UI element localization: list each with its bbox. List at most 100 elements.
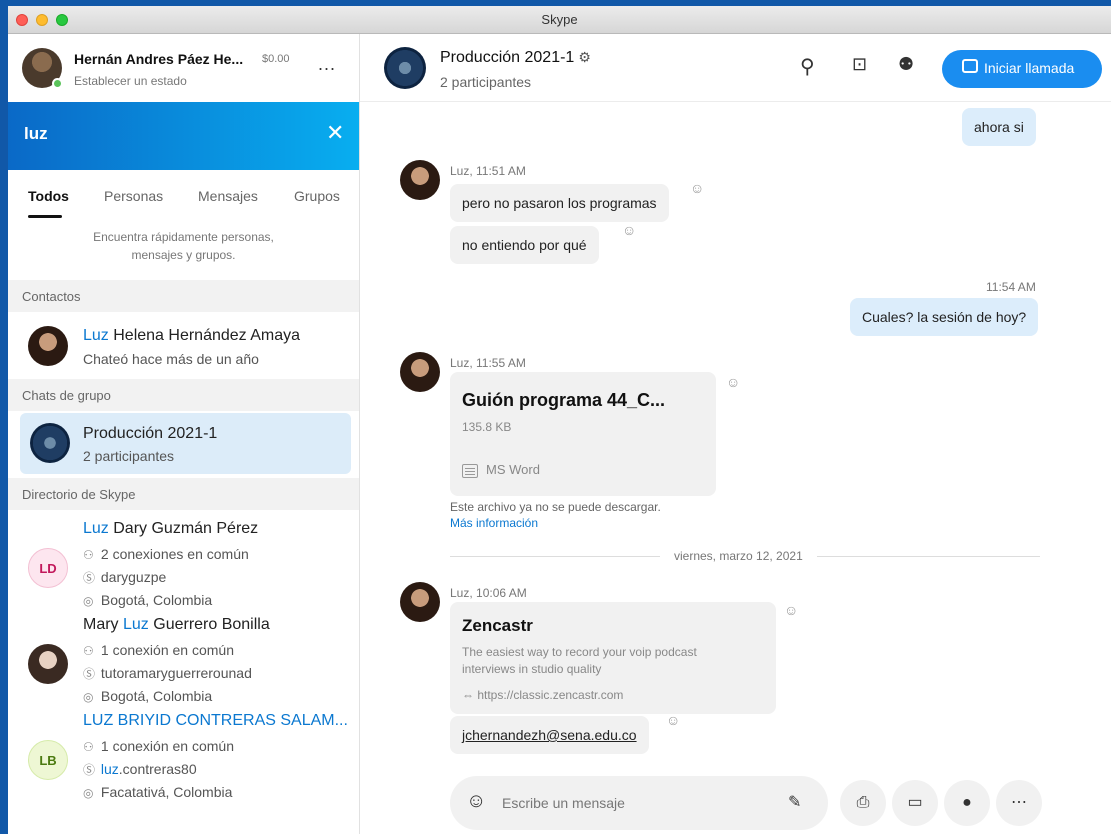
file-unavailable-note: Este archivo ya no se puede descargar. [450,500,661,514]
file-type: MS Word [462,462,540,478]
search-input[interactable]: luz [24,124,48,144]
location: ◎ Facatativá, Colombia [83,784,233,800]
directory-name: Luz Dary Guzmán Pérez [83,520,259,537]
people-icon: ⚇ [83,740,94,754]
skype-icon: Ⓢ [83,667,96,681]
search-tabs: Todos Personas Mensajes Grupos [8,170,359,218]
react-smiley-icon[interactable]: ☺ [666,712,680,728]
link-preview-card[interactable]: Zencastr The easiest way to record your … [450,602,776,714]
more-info-link[interactable]: Más información [450,516,538,530]
link-preview-description: The easiest way to record your voip podc… [462,645,697,676]
tab-grupos[interactable]: Grupos [294,188,340,204]
tab-todos[interactable]: Todos [28,188,69,204]
people-icon: ⚇ [83,548,94,562]
react-smiley-icon[interactable]: ☺ [690,180,704,196]
contact-subtitle: Chateó hace más de un año [83,351,259,367]
location-pin-icon: ◎ [83,786,94,800]
skype-username: Ⓢ tutoramaryguerrerounad [83,665,252,681]
skype-window: Skype Hernán Andres Páez He... $0.00 Est… [8,6,1111,834]
people-icon: ⚇ [83,644,94,658]
search-hint: Encuentra rápidamente personas, mensajes… [93,230,274,262]
message-meta: Luz, 10:06 AM [450,586,527,600]
directory-name: Mary Luz Guerrero Bonilla [83,616,270,633]
avatar: LB [28,740,68,780]
section-group-chats: Chats de grupo [8,379,359,411]
message-meta: Luz, 11:51 AM [450,164,526,178]
window-title: Skype [541,12,578,27]
link-preview-title: Zencastr [462,616,533,635]
set-status-link[interactable]: Establecer un estado [74,74,187,88]
profile-name[interactable]: Hernán Andres Páez He... [74,51,243,67]
group-chat-item[interactable]: Producción 2021-1 2 participantes [8,411,359,478]
more-options-icon[interactable]: ... [318,54,336,75]
title-bar: Skype [8,6,1111,34]
format-text-icon[interactable]: ✎ [788,792,801,812]
section-contacts: Contactos [8,280,359,312]
chat-participants[interactable]: 2 participantes [440,74,531,90]
search-icon[interactable]: ⚲ [800,54,815,79]
gallery-icon[interactable]: ⊡ [852,54,867,75]
date-divider: viernes, marzo 12, 2021 [660,549,817,563]
word-document-icon [462,463,478,478]
message-bubble-outgoing[interactable]: Cuales? la sesión de hoy? [850,298,1039,336]
file-attachment[interactable]: Guión programa 44_C... 135.8 KB MS Word [450,372,716,496]
contact-item[interactable]: Luz Helena Hernández Amaya Chateó hace m… [8,312,359,379]
react-smiley-icon[interactable]: ☺ [726,374,740,390]
avatar [400,582,440,622]
send-file-button[interactable]: ⎙ [840,780,886,826]
link-icon: ⇔ [462,688,474,702]
active-tab-indicator [28,215,62,218]
message-input[interactable]: Escribe un mensaje [502,795,625,811]
skype-credit[interactable]: $0.00 [262,53,290,65]
group-avatar[interactable] [384,47,426,89]
sidebar: Hernán Andres Páez He... $0.00 Establece… [8,34,360,834]
microphone-button[interactable]: ● [944,780,990,826]
directory-name: LUZ BRIYID CONTRERAS SALAM... [83,712,348,729]
skype-icon: Ⓢ [83,763,96,777]
close-search-icon[interactable]: ✕ [326,120,344,146]
emoji-icon[interactable]: ☺ [466,790,486,813]
skype-username: Ⓢ luz.contreras80 [83,761,197,777]
react-smiley-icon[interactable]: ☺ [622,222,636,238]
message-meta: Luz, 11:55 AM [450,356,526,370]
file-size: 135.8 KB [462,420,512,434]
mutual-connections: ⚇ 1 conexión en común [83,642,234,658]
more-actions-button[interactable]: ⋯ [996,780,1042,826]
avatar [400,352,440,392]
skype-icon: Ⓢ [83,571,96,585]
start-call-button[interactable]: Iniciar llamada [942,50,1102,88]
section-directory: Directorio de Skype [8,478,359,510]
settings-gear-icon[interactable]: ⚙ [578,49,591,65]
message-bubble-incoming[interactable]: no entiendo por qué [450,226,599,264]
react-smiley-icon[interactable]: ☺ [784,602,798,618]
message-bubble-incoming[interactable]: pero no pasaron los programas [450,184,669,222]
send-contact-button[interactable]: ▭ [892,780,938,826]
chat-title[interactable]: Producción 2021-1 ⚙ [440,49,591,67]
avatar [28,326,68,366]
add-participant-icon[interactable]: ⚉ [898,54,914,75]
mutual-connections: ⚇ 1 conexión en común [83,738,234,754]
directory-item[interactable]: LD Luz Dary Guzmán Pérez ⚇ 2 conexiones … [8,510,359,608]
skype-username: Ⓢ daryguzpe [83,569,167,585]
avatar [28,644,68,684]
search-bar[interactable]: luz ✕ [8,102,359,170]
online-status-dot [52,78,63,89]
profile-header: Hernán Andres Páez He... $0.00 Establece… [8,34,359,102]
directory-item[interactable]: Mary Luz Guerrero Bonilla ⚇ 1 conexión e… [8,606,359,704]
message-composer[interactable]: ☺ Escribe un mensaje ✎ [450,776,828,830]
tab-personas[interactable]: Personas [104,188,163,204]
message-time: 11:54 AM [986,280,1036,294]
directory-item[interactable]: LB LUZ BRIYID CONTRERAS SALAM... ⚇ 1 con… [8,702,359,800]
file-name: Guión programa 44_C... [462,390,666,410]
message-bubble-outgoing[interactable]: ahora si [962,108,1036,146]
video-call-icon [962,59,978,73]
group-chat-selected[interactable]: Producción 2021-1 2 participantes [20,413,351,474]
group-avatar [30,423,70,463]
mutual-connections: ⚇ 2 conexiones en común [83,546,249,562]
message-bubble-incoming[interactable]: jchernandezh@sena.edu.co [450,716,649,754]
avatar: LD [28,548,68,588]
link-preview-url[interactable]: ⇔ https://classic.zencastr.com [462,688,623,702]
tab-mensajes[interactable]: Mensajes [198,188,258,204]
group-name: Producción 2021-1 [83,425,218,442]
chat-header: Producción 2021-1 ⚙ 2 participantes ⚲ ⊡ ⚉… [360,34,1111,102]
